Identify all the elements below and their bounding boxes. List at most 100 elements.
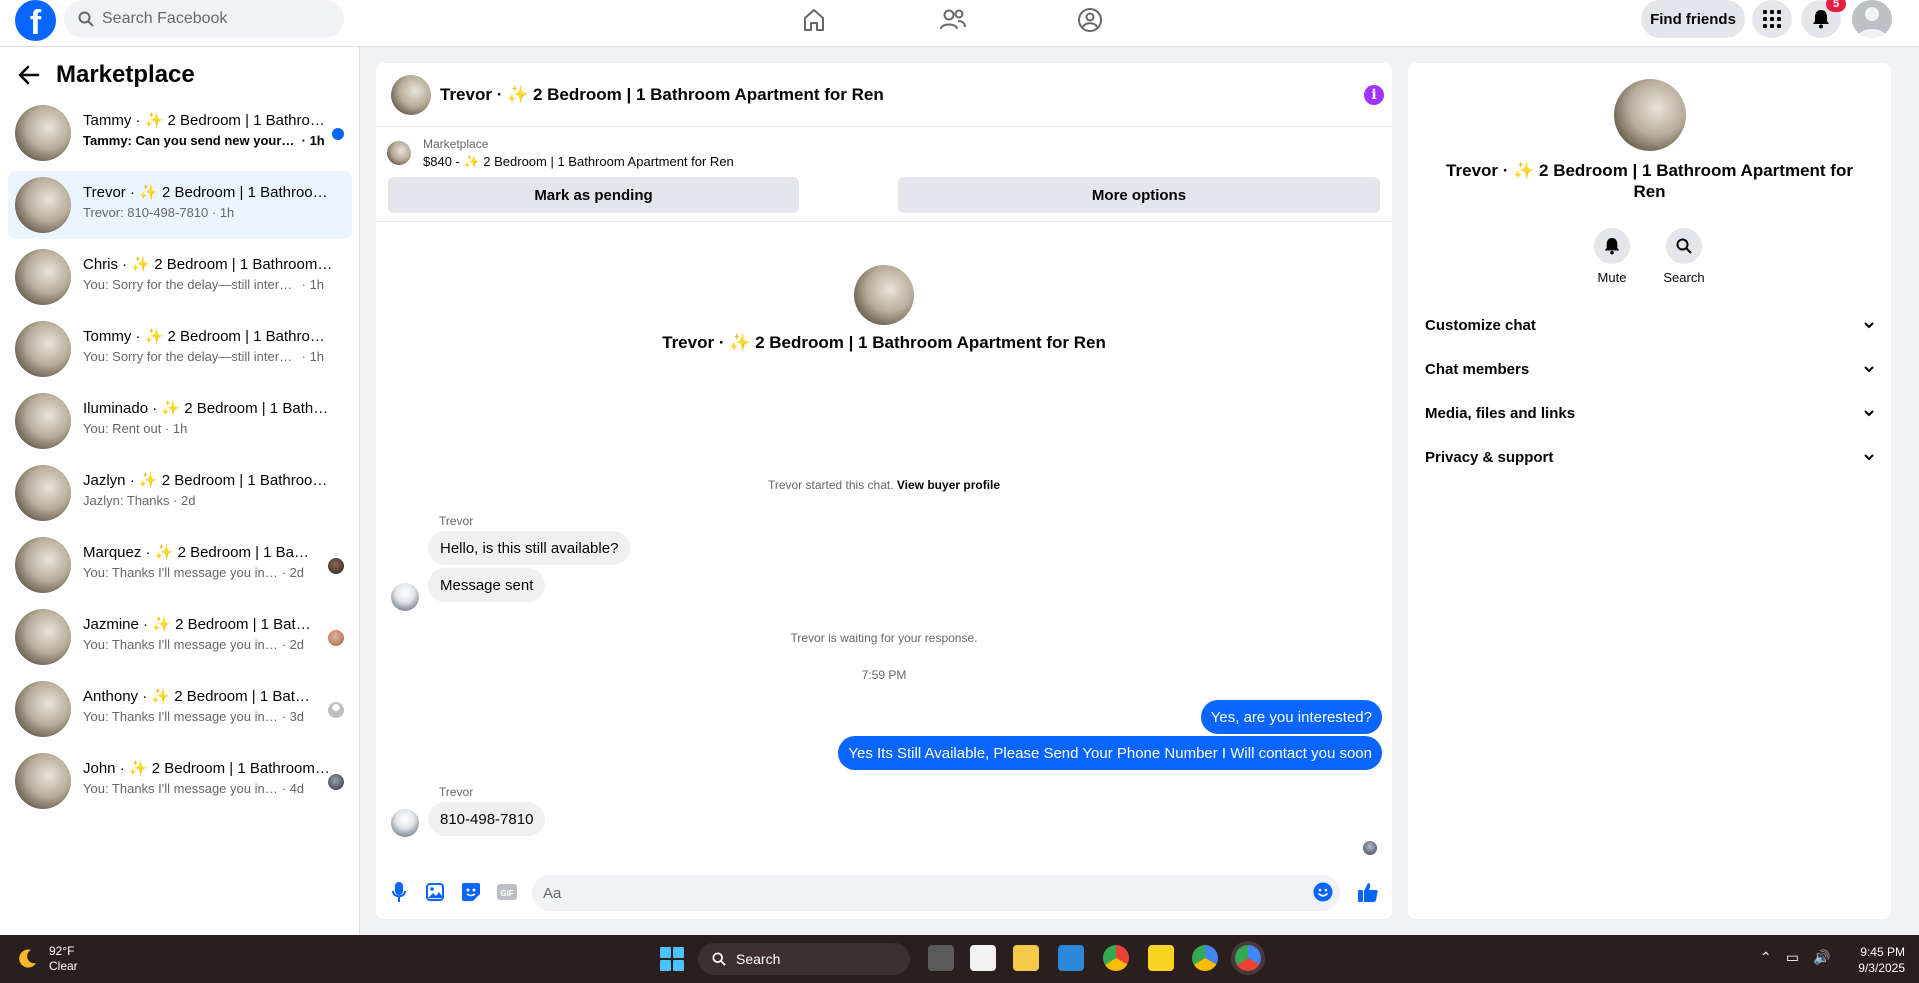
marketplace-inbox-sidebar: Marketplace Tammy · ✨ 2 Bedroom | 1 Bath…: [0, 47, 360, 935]
windows-taskbar: 92°F Clear Search ⌃ ▭ 🔊 9:45 PM 9/3/2025: [0, 935, 1919, 983]
buyer-avatar: [328, 558, 344, 574]
mute-label: Mute: [1597, 270, 1627, 285]
seen-receipt-avatar: [1363, 841, 1377, 855]
thumbs-up-icon[interactable]: [1357, 881, 1379, 903]
chat-intro-title: Trevor · ✨ 2 Bedroom | 1 Bathroom Apartm…: [662, 333, 1106, 352]
search-in-conversation-button[interactable]: Search: [1654, 228, 1714, 285]
listing-thumbnail: [15, 537, 71, 593]
listing-thumbnail: [15, 681, 71, 737]
chevron-down-icon: [1864, 410, 1874, 417]
network-icon[interactable]: ▭: [1786, 949, 1799, 966]
conversation-item-iluminado[interactable]: Iluminado · ✨ 2 Bedroom | 1 Bathroom Apa…: [8, 387, 352, 455]
bell-icon: [1604, 238, 1620, 255]
search-facebook-input[interactable]: Search Facebook: [64, 0, 344, 38]
more-options-button[interactable]: More options: [898, 177, 1380, 213]
conversation-preview: You: Rent out · 1h: [83, 421, 188, 436]
conversation-title: Iluminado · ✨ 2 Bedroom | 1 Bathroom Apa…: [83, 400, 333, 417]
conversation-title: Marquez · ✨ 2 Bedroom | 1 Bathroom Apart…: [83, 544, 313, 561]
search-icon: [1676, 238, 1692, 254]
conversation-item-marquez[interactable]: Marquez · ✨ 2 Bedroom | 1 Bathroom Apart…: [8, 531, 352, 599]
chat-title[interactable]: Trevor · ✨ 2 Bedroom | 1 Bathroom Apartm…: [440, 85, 884, 105]
conversation-details-panel: Trevor · ✨ 2 Bedroom | 1 Bathroom Apartm…: [1408, 63, 1891, 919]
chrome-active-icon[interactable]: [1235, 945, 1261, 971]
conversation-item-anthony[interactable]: Anthony · ✨ 2 Bedroom | 1 Bathroom Apart…: [8, 675, 352, 743]
mark-as-pending-button[interactable]: Mark as pending: [388, 177, 799, 213]
chevron-down-icon: [1864, 454, 1874, 461]
incoming-message: Message sent: [428, 568, 546, 602]
conversation-title: Tammy · ✨ 2 Bedroom | 1 Bathroom Apartme…: [83, 112, 333, 129]
windows-start-icon[interactable]: [660, 947, 684, 971]
customize-chat-section[interactable]: Customize chat: [1425, 307, 1875, 343]
menu-grid-icon[interactable]: [1752, 0, 1792, 38]
svg-text:GIF: GIF: [500, 889, 513, 898]
microphone-icon[interactable]: [388, 881, 410, 903]
chat-header: Trevor · ✨ 2 Bedroom | 1 Bathroom Apartm…: [376, 63, 1392, 127]
conversation-item-jazmine[interactable]: Jazmine · ✨ 2 Bedroom | 1 Bathroom Apart…: [8, 603, 352, 671]
conversation-title: Jazlyn · ✨ 2 Bedroom | 1 Bathroom Apartm…: [83, 472, 333, 489]
sticky-notes-icon[interactable]: [1148, 945, 1174, 971]
photo-icon[interactable]: [424, 881, 446, 903]
conversation-info-icon[interactable]: i: [1364, 85, 1384, 105]
view-buyer-profile-link[interactable]: View buyer profile: [897, 478, 1000, 492]
system-tray: ⌃ ▭ 🔊: [1760, 949, 1830, 966]
notepad-icon[interactable]: [1058, 945, 1084, 971]
home-icon[interactable]: [794, 4, 834, 36]
find-friends-button[interactable]: Find friends: [1641, 0, 1745, 38]
conversation-item-trevor[interactable]: Trevor · ✨ 2 Bedroom | 1 Bathroom Apartm…: [8, 171, 352, 239]
chevron-up-icon[interactable]: ⌃: [1760, 949, 1772, 966]
mute-button[interactable]: Mute: [1582, 228, 1642, 285]
incoming-message: 810-498-7810: [428, 802, 546, 836]
listing-thumbnail: [15, 465, 71, 521]
conversation-preview: You: Thanks I'll message you in a bit · …: [83, 781, 305, 796]
conversation-item-tammy[interactable]: Tammy · ✨ 2 Bedroom | 1 Bathroom Apartme…: [8, 99, 352, 167]
sticker-icon[interactable]: [460, 881, 482, 903]
taskbar-clock[interactable]: 9:45 PM 9/3/2025: [1850, 944, 1905, 976]
page-scrollbar[interactable]: [1905, 47, 1919, 935]
weather-widget[interactable]: 92°F Clear: [15, 944, 78, 974]
listing-thumbnail: [15, 753, 71, 809]
chat-started-note: Trevor started this chat. View buyer pro…: [767, 478, 1001, 492]
emoji-icon[interactable]: [1312, 881, 1334, 903]
conversation-title: Chris · ✨ 2 Bedroom | 1 Bathroom Apartme…: [83, 256, 333, 273]
privacy-support-section[interactable]: Privacy & support: [1425, 439, 1875, 475]
incoming-message: Hello, is this still available?: [428, 531, 631, 565]
listing-thumbnail: [15, 249, 71, 305]
gif-icon[interactable]: GIF: [496, 881, 518, 903]
weather-temperature: 92°F: [49, 944, 75, 958]
conversation-item-jazlyn[interactable]: Jazlyn · ✨ 2 Bedroom | 1 Bathroom Apartm…: [8, 459, 352, 527]
chrome-icon[interactable]: [1103, 945, 1129, 971]
back-arrow-icon[interactable]: [18, 65, 40, 85]
conversation-item-tommy[interactable]: Tommy · ✨ 2 Bedroom | 1 Bathroom Apartme…: [8, 315, 352, 383]
file-explorer-icon[interactable]: [1013, 945, 1039, 971]
conversation-preview: You: Thanks I'll message you in a bit · …: [83, 565, 305, 580]
listing-price[interactable]: $840 - ✨ 2 Bedroom | 1 Bathroom Apartmen…: [423, 154, 734, 170]
listing-thumbnail[interactable]: [387, 141, 411, 165]
unread-indicator: [332, 128, 344, 140]
listing-thumbnail: [15, 321, 71, 377]
groups-icon[interactable]: [1070, 4, 1110, 36]
sidebar-title: Marketplace: [56, 61, 195, 88]
search-label: Search: [1663, 270, 1705, 285]
snipping-tool-icon[interactable]: [970, 945, 996, 971]
listing-thumbnail[interactable]: [391, 75, 431, 115]
account-avatar[interactable]: [1852, 0, 1892, 38]
conversation-item-john[interactable]: John · ✨ 2 Bedroom | 1 Bathroom Apartmen…: [8, 747, 352, 815]
facebook-logo[interactable]: f: [15, 0, 56, 41]
chrome-profile-icon[interactable]: [1192, 945, 1218, 971]
conversation-item-chris[interactable]: Chris · ✨ 2 Bedroom | 1 Bathroom Apartme…: [8, 243, 352, 311]
media-files-links-section[interactable]: Media, files and links: [1425, 395, 1875, 431]
conversation-preview: You: Thanks I'll message you in a bit · …: [83, 637, 305, 652]
friends-icon[interactable]: [933, 4, 973, 36]
sender-name: Trevor: [439, 514, 474, 528]
volume-icon[interactable]: 🔊: [1813, 949, 1830, 966]
chat-members-section[interactable]: Chat members: [1425, 351, 1875, 387]
conversation-title: Jazmine · ✨ 2 Bedroom | 1 Bathroom Apart…: [83, 616, 313, 633]
taskbar-search[interactable]: Search: [698, 943, 910, 975]
task-view-icon[interactable]: [928, 945, 954, 971]
listing-thumbnail[interactable]: [1614, 79, 1686, 151]
message-input[interactable]: [532, 875, 1340, 911]
sender-avatar[interactable]: [391, 809, 419, 837]
buyer-avatar: [328, 702, 344, 718]
conversation-title: Trevor · ✨ 2 Bedroom | 1 Bathroom Apartm…: [83, 184, 333, 201]
sender-avatar[interactable]: [391, 583, 419, 611]
